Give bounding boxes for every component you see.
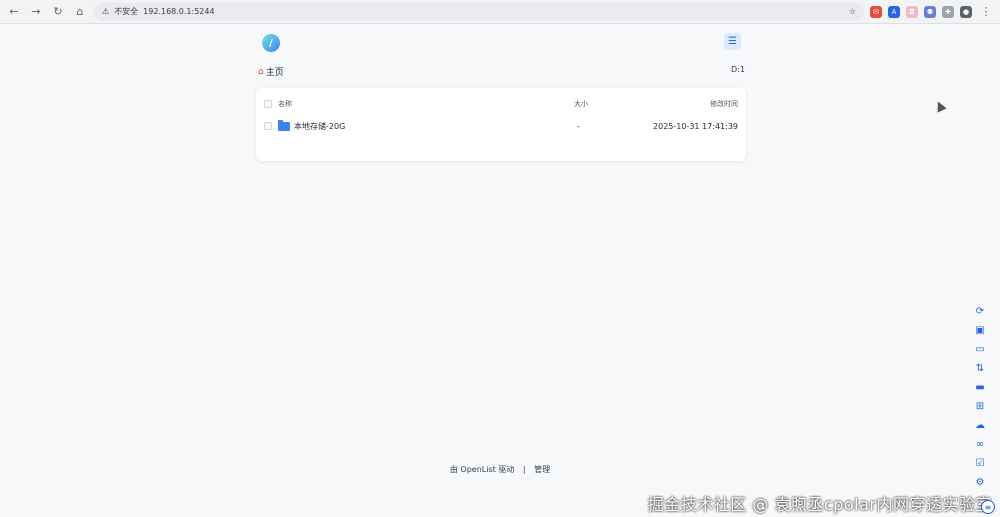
list-view-button[interactable]: ☰ xyxy=(724,33,741,50)
forward-icon[interactable]: → xyxy=(28,4,44,20)
footer-brand-link[interactable]: OpenList xyxy=(460,465,495,474)
security-label: 不安全 xyxy=(114,7,139,16)
upload-icon[interactable]: ☁ xyxy=(973,418,987,432)
file-name: 本地存储-20G xyxy=(294,121,346,131)
menu-circle-icon[interactable]: ≡ xyxy=(981,500,995,514)
home-icon[interactable]: ⌂ xyxy=(72,4,88,20)
footer-separator: | xyxy=(522,465,526,474)
browser-toolbar: ← → ↻ ⌂ ⚠ 不安全 192.168.0.1:5244 ☆ ✉ A ◘ ⚉… xyxy=(0,0,1000,24)
breadcrumb-home[interactable]: 主页 xyxy=(266,65,284,78)
folder-icon xyxy=(278,119,290,131)
warning-icon: ⚠ xyxy=(102,7,110,16)
more-menu-icon[interactable]: ⋮ xyxy=(978,4,994,20)
puzzle-icon[interactable]: ✚ xyxy=(942,5,954,18)
footer-prefix: 由 xyxy=(449,465,458,474)
new-file-icon[interactable]: ▣ xyxy=(973,323,987,337)
link-icon[interactable]: ∞ xyxy=(973,437,987,451)
header-name[interactable]: 名称 xyxy=(278,99,292,109)
breadcrumb: ⌂ 主页 xyxy=(258,65,284,79)
manage-link[interactable]: 管理 xyxy=(534,464,550,475)
sort-icon[interactable]: ⇅ xyxy=(973,361,987,375)
file-modified: 2025-10-31 17:41:39 xyxy=(653,121,738,131)
storage-icon[interactable]: ⊞ xyxy=(973,399,987,413)
url-text: 192.168.0.1:5244 xyxy=(143,7,215,16)
side-toolbar: ⟳ ▣ ▭ ⇅ ▬ ⊞ ☁ ∞ ☑ ⚙ xyxy=(973,304,987,489)
profile-icon[interactable]: ● xyxy=(960,5,972,18)
settings-icon[interactable]: ⚙ xyxy=(973,475,987,489)
new-folder-icon[interactable]: ▭ xyxy=(973,342,987,356)
table-row[interactable]: 本地存储-20G - 2025-10-31 17:41:39 xyxy=(256,115,746,137)
extension-icon[interactable]: ✉ xyxy=(870,5,882,18)
watermark: 掘金技术社区 @ 袁煦丞cpolar内网穿透实验室 xyxy=(647,495,992,514)
reload-icon[interactable]: ↻ xyxy=(50,4,66,20)
footer-suffix: 驱动 xyxy=(498,465,515,474)
extension-icon[interactable]: ◘ xyxy=(906,5,918,18)
openlist-logo[interactable]: / xyxy=(262,34,280,52)
page-content: / ☰ ⌂ 主页 D:1 名称 大小 修改时间 本地存储-20G - 2025-… xyxy=(0,24,1000,517)
footer: 由 OpenList 驱动 | 管理 xyxy=(0,464,1000,475)
extension-icon[interactable]: A xyxy=(888,5,900,18)
header-size[interactable]: 大小 xyxy=(558,99,588,109)
row-checkbox[interactable] xyxy=(264,122,272,130)
table-header: 名称 大小 修改时间 xyxy=(256,93,746,115)
folder-icon[interactable]: ▬ xyxy=(973,380,987,394)
header-modified[interactable]: 修改时间 xyxy=(710,99,738,109)
star-icon[interactable]: ☆ xyxy=(849,7,856,16)
back-icon[interactable]: ← xyxy=(6,4,22,20)
address-bar[interactable]: ⚠ 不安全 192.168.0.1:5244 ☆ xyxy=(94,2,864,21)
refresh-icon[interactable]: ⟳ xyxy=(973,304,987,318)
mouse-cursor-icon xyxy=(933,99,947,113)
file-list: 名称 大小 修改时间 本地存储-20G - 2025-10-31 17:41:3… xyxy=(256,88,746,161)
home-icon: ⌂ xyxy=(258,66,264,77)
file-name-cell[interactable]: 本地存储-20G xyxy=(278,119,346,132)
select-all-checkbox[interactable] xyxy=(264,100,272,108)
extension-icon[interactable]: ⚉ xyxy=(924,5,936,18)
disk-label: D:1 xyxy=(731,65,745,74)
file-size: - xyxy=(577,121,580,131)
